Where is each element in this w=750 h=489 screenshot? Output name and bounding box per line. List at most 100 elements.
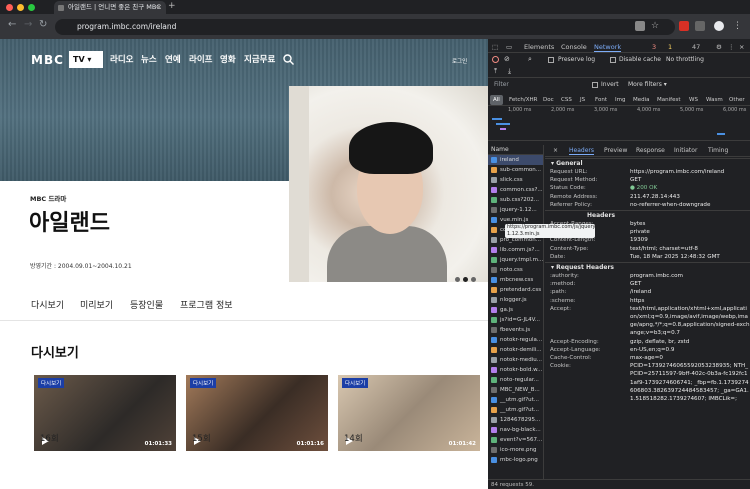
tab-characters[interactable]: 등장인물 xyxy=(130,298,163,311)
request-row[interactable]: ga.js xyxy=(488,305,543,315)
extensions-puzzle-icon[interactable] xyxy=(695,21,705,31)
tab-preview[interactable]: Preview xyxy=(604,147,627,154)
back-button[interactable]: ← xyxy=(8,19,16,30)
device-toolbar-icon[interactable]: ▭ xyxy=(506,43,512,51)
response-headers-section-header[interactable]: Headers xyxy=(545,210,750,220)
request-row[interactable]: ico-more.png xyxy=(488,445,543,455)
menu-radio[interactable]: 라디오 xyxy=(110,53,133,65)
filter-other[interactable]: Other xyxy=(726,95,748,105)
request-row[interactable]: __utm.gif?ut... xyxy=(488,395,543,405)
request-row[interactable]: nav-bg-black... xyxy=(488,425,543,435)
request-row[interactable]: noto-regular... xyxy=(488,375,543,385)
menu-entertainment[interactable]: 연예 xyxy=(165,53,181,65)
tab-preview[interactable]: 미리보기 xyxy=(80,298,113,311)
filter-js[interactable]: JS xyxy=(577,95,588,105)
filter-css[interactable]: CSS xyxy=(558,95,575,105)
address-bar[interactable]: program.imbc.com/ireland xyxy=(55,19,675,35)
episode-label[interactable]: 16회 xyxy=(40,432,59,444)
request-row[interactable]: nlogger.js xyxy=(488,295,543,305)
request-row[interactable]: pretendard.css xyxy=(488,285,543,295)
general-section-header[interactable]: ▾ General xyxy=(545,158,750,168)
tv-select[interactable]: TV ▾ xyxy=(69,51,103,68)
menu-movie[interactable]: 영화 xyxy=(220,53,236,65)
request-row[interactable]: __utm.gif?ut... xyxy=(488,405,543,415)
request-row[interactable]: jquery.tmpl.m... xyxy=(488,255,543,265)
menu-news[interactable]: 뉴스 xyxy=(141,53,157,65)
filter-wasm[interactable]: Wasm xyxy=(703,95,726,105)
clear-icon[interactable]: ⊘ xyxy=(504,55,510,63)
info-count[interactable]: 47 xyxy=(692,43,700,51)
filter-fetch-xhr[interactable]: Fetch/XHR xyxy=(506,95,541,105)
request-row[interactable]: lib.comm.js?... xyxy=(488,245,543,255)
request-row[interactable]: mbc-logo.png xyxy=(488,455,543,465)
filter-doc[interactable]: Doc xyxy=(540,95,557,105)
filter-ws[interactable]: WS xyxy=(686,95,701,105)
request-row[interactable]: ireland xyxy=(488,155,543,165)
throttling-select[interactable]: No throttling xyxy=(666,56,704,63)
more-filters-button[interactable]: More filters ▾ xyxy=(628,81,667,88)
close-details-icon[interactable]: × xyxy=(553,147,558,154)
forward-button[interactable]: → xyxy=(24,19,32,30)
request-row[interactable]: 1284678295... xyxy=(488,415,543,425)
name-column-header[interactable]: Name xyxy=(488,145,543,155)
login-link[interactable]: 로그인 xyxy=(452,57,467,65)
inspect-icon[interactable]: ⬚ xyxy=(492,43,498,51)
warning-count[interactable]: 1 xyxy=(668,43,672,51)
disable-cache-checkbox[interactable] xyxy=(610,57,616,63)
request-headers-section-header[interactable]: ▾ Request Headers xyxy=(545,262,750,272)
request-row[interactable]: event?v=567... xyxy=(488,435,543,445)
more-options-icon[interactable]: ⋮ xyxy=(728,43,735,51)
reload-button[interactable]: ↻ xyxy=(39,19,47,30)
bookmark-star-icon[interactable]: ☆ xyxy=(651,21,661,31)
profile-avatar[interactable] xyxy=(714,21,724,31)
record-icon[interactable] xyxy=(492,56,499,63)
maximize-window-icon[interactable] xyxy=(28,4,35,11)
close-devtools-icon[interactable]: × xyxy=(739,43,744,51)
tab-console[interactable]: Console xyxy=(561,43,587,51)
filter-manifest[interactable]: Manifest xyxy=(654,95,683,105)
close-window-icon[interactable] xyxy=(6,4,13,11)
minimize-window-icon[interactable] xyxy=(17,4,24,11)
filter-font[interactable]: Font xyxy=(592,95,610,105)
export-har-icon[interactable]: ⤓ xyxy=(508,67,511,76)
browser-tab[interactable]: 아일랜드 | 언니면 좋은 친구 MBC × xyxy=(54,1,166,14)
request-row[interactable]: notokr-regula... xyxy=(488,335,543,345)
tab-network[interactable]: Network xyxy=(594,43,622,52)
request-row[interactable]: slick.css xyxy=(488,175,543,185)
request-row[interactable]: mbcnew.css xyxy=(488,275,543,285)
extension-icon[interactable] xyxy=(679,21,689,31)
network-overview-timeline[interactable]: 1,000 ms 2,000 ms 3,000 ms 4,000 ms 5,00… xyxy=(488,105,750,141)
request-row[interactable]: notokr-bold.w... xyxy=(488,365,543,375)
tab-close-icon[interactable]: × xyxy=(156,1,162,14)
menu-life[interactable]: 라이프 xyxy=(189,53,212,65)
filter-input[interactable]: Filter xyxy=(494,81,509,88)
invert-checkbox[interactable] xyxy=(592,82,598,88)
tab-headers[interactable]: Headers xyxy=(569,147,594,155)
tab-replay[interactable]: 다시보기 xyxy=(31,298,64,311)
tab-response[interactable]: Response xyxy=(636,147,665,154)
tab-timing[interactable]: Timing xyxy=(708,147,728,154)
translate-icon[interactable] xyxy=(635,21,645,31)
tab-program-info[interactable]: 프로그램 정보 xyxy=(180,298,233,311)
filter-media[interactable]: Media xyxy=(630,95,653,105)
episode-label[interactable]: 15회 xyxy=(192,432,211,444)
request-row[interactable]: fbevents.js xyxy=(488,325,543,335)
request-row[interactable]: notokr-mediu... xyxy=(488,355,543,365)
carousel-dots[interactable] xyxy=(455,267,479,286)
error-count[interactable]: 3 xyxy=(652,43,656,51)
request-row[interactable]: notokr-demili... xyxy=(488,345,543,355)
mbc-logo[interactable]: MBC xyxy=(31,53,64,67)
request-row[interactable]: js?id=G-JL4V... xyxy=(488,315,543,325)
request-row[interactable]: jquery-1.12... xyxy=(488,205,543,215)
episode-label[interactable]: 14회 xyxy=(344,432,363,444)
tab-elements[interactable]: Elements xyxy=(524,43,554,51)
import-har-icon[interactable]: ⤒ xyxy=(494,67,497,76)
preserve-log-checkbox[interactable] xyxy=(548,57,554,63)
tab-initiator[interactable]: Initiator xyxy=(674,147,697,154)
browser-menu-icon[interactable]: ⋮ xyxy=(733,21,743,31)
request-row[interactable]: MBC_NEW_B... xyxy=(488,385,543,395)
menu-free-now[interactable]: 지금무료 xyxy=(244,53,275,65)
request-row[interactable]: noto.css xyxy=(488,265,543,275)
request-row[interactable]: common.css?... xyxy=(488,185,543,195)
new-tab-button[interactable]: + xyxy=(168,0,176,13)
